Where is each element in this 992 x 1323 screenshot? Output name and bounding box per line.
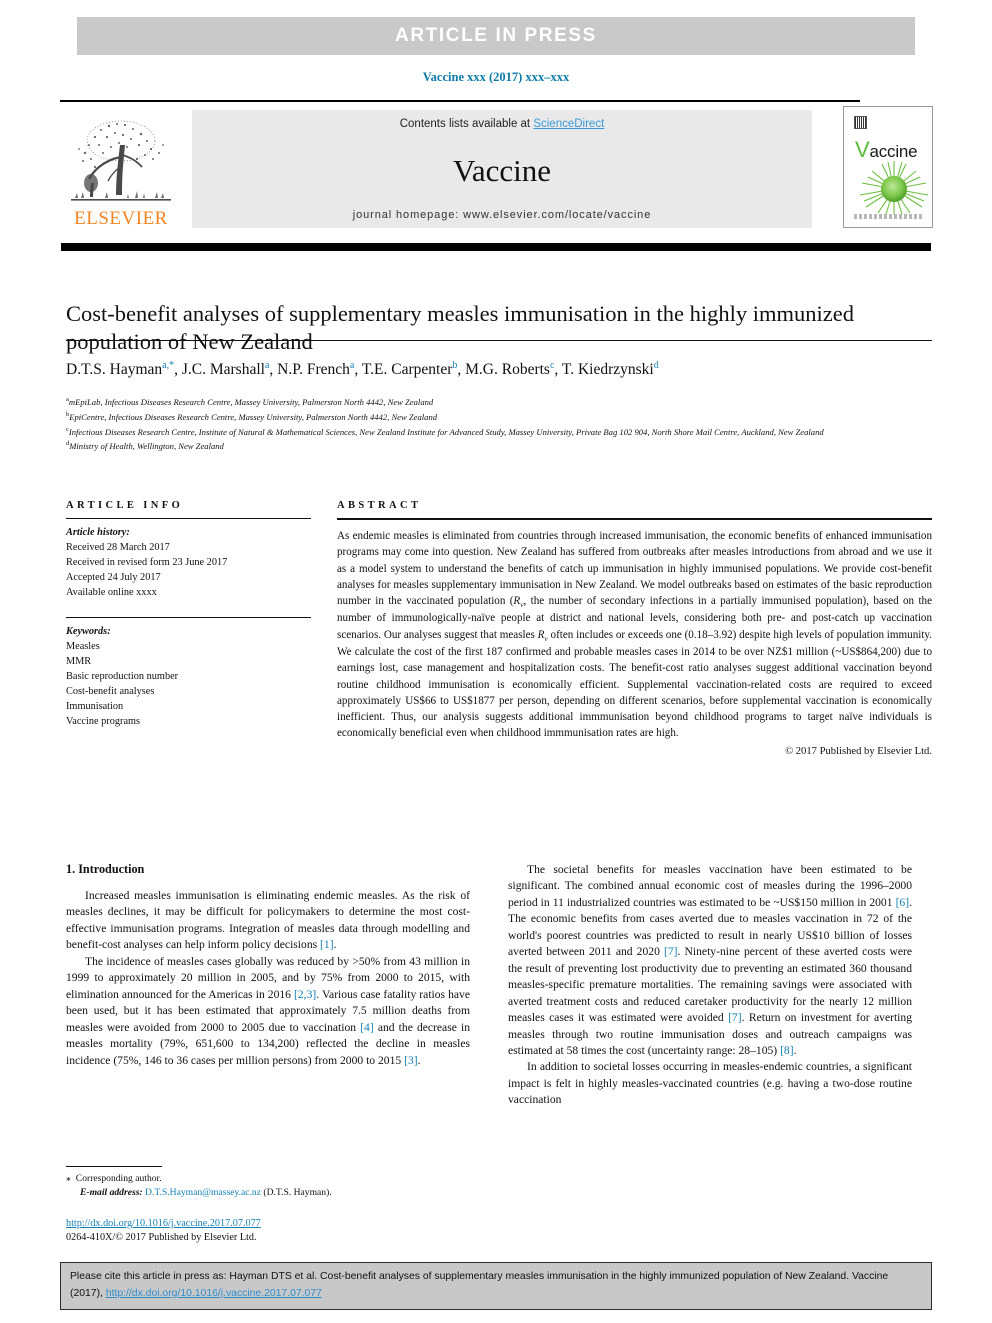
affiliation-text-d: Ministry of Health, Wellington, New Zeal… <box>69 441 224 452</box>
affiliation-text-c: Infectious Diseases Research Centre, Ins… <box>68 426 824 437</box>
contents-available-line: Contents lists available at ScienceDirec… <box>400 118 605 130</box>
abstract-column: ABSTRACT As endemic measles is eliminate… <box>337 500 932 757</box>
page-title: Cost-benefit analyses of supplementary m… <box>66 301 854 355</box>
corresponding-author-label: Corresponding author. <box>75 1173 162 1184</box>
email-owner: (D.T.S. Hayman). <box>263 1187 332 1199</box>
keyword-item: Basic reproduction number <box>66 671 179 683</box>
article-in-press-banner: ARTICLE IN PRESS <box>77 17 915 55</box>
barcode-icon <box>854 116 867 129</box>
elsevier-wordmark: ELSEVIER <box>74 208 168 229</box>
history-item-received: Received 28 March 2017 <box>66 542 170 554</box>
affiliation-text-a: mEpiLab, Infectious Diseases Research Ce… <box>68 396 434 407</box>
section-heading-introduction: 1. Introduction <box>66 862 145 876</box>
asterisk-icon: ⁎ <box>66 1173 71 1184</box>
article-history-block: Article history: Received 28 March 2017 … <box>66 525 311 600</box>
elsevier-tree-icon <box>71 120 171 201</box>
journal-cover-thumbnail[interactable]: Vaccine <box>843 106 933 228</box>
elsevier-logo: ELSEVIER <box>62 106 180 228</box>
author-list: D.T.S. Haymana,*, J.C. Marshalla, N.P. F… <box>66 360 659 379</box>
abstract-heading-text: ABSTRACT <box>337 500 422 511</box>
history-item-revised: Received in revised form 23 June 2017 <box>66 557 228 569</box>
footnote-rule <box>66 1166 162 1167</box>
citation-notice-box: Please cite this article in press as: Ha… <box>60 1262 932 1310</box>
paragraph: The societal benefits for measles vaccin… <box>508 863 912 1057</box>
paragraph: In addition to societal losses occurring… <box>508 1060 912 1107</box>
article-info-column: ARTICLE INFO Article history: Received 2… <box>66 500 311 729</box>
article-history-label: Article history: <box>66 527 130 538</box>
keywords-block: Keywords: Measles MMR Basic reproduction… <box>66 624 311 729</box>
article-info-rule <box>66 518 311 519</box>
abstract-heading: ABSTRACT <box>337 500 932 511</box>
doi-block: http://dx.doi.org/10.1016/j.vaccine.2017… <box>66 1217 486 1246</box>
running-head-text: Vaccine xxx (2017) xxx–xxx <box>422 70 570 84</box>
journal-homepage[interactable]: journal homepage: www.elsevier.com/locat… <box>353 209 651 221</box>
footnote-block: ⁎ Corresponding author. E-mail address: D… <box>66 1172 470 1201</box>
journal-masthead: Contents lists available at ScienceDirec… <box>192 110 812 228</box>
keyword-item: Cost-benefit analyses <box>66 686 155 698</box>
band-bottom-rule <box>66 340 932 341</box>
paragraph: The incidence of measles cases globally … <box>66 954 470 1067</box>
email-link[interactable]: D.T.S.Hayman@massey.ac.nz <box>145 1187 261 1198</box>
keywords-rule <box>66 617 311 619</box>
citation-doi-link[interactable]: http://dx.doi.org/10.1016/j.vaccine.2017… <box>106 1288 322 1299</box>
running-head: Vaccine xxx (2017) xxx–xxx <box>0 70 992 85</box>
cover-caption-lines <box>854 214 922 219</box>
history-item-accepted: Accepted 24 July 2017 <box>66 572 161 584</box>
cover-inner: Vaccine <box>848 111 929 223</box>
history-item-online: Available online xxxx <box>66 587 157 599</box>
issn-copyright-line: 0264-410X/© 2017 Published by Elsevier L… <box>66 1232 257 1244</box>
abstract-rule <box>337 518 932 520</box>
keyword-item: Immunisation <box>66 701 124 713</box>
abstract-text: As endemic measles is eliminated from co… <box>337 530 932 740</box>
keyword-item: MMR <box>66 656 92 668</box>
article-in-press-label: ARTICLE IN PRESS <box>395 25 597 46</box>
affiliation-text-b: EpiCentre, Infectious Diseases Research … <box>69 411 438 422</box>
keyword-item: Measles <box>66 641 100 653</box>
article-info-heading-text: ARTICLE INFO <box>66 500 184 511</box>
journal-title: Vaccine <box>452 153 552 188</box>
corresponding-author-line: ⁎ Corresponding author. <box>66 1172 470 1186</box>
doi-link[interactable]: http://dx.doi.org/10.1016/j.vaccine.2017… <box>66 1218 261 1229</box>
masthead-top-rule <box>60 100 860 102</box>
keyword-item: Vaccine programs <box>66 716 141 728</box>
citation-notice-text: Please cite this article in press as: Ha… <box>70 1269 922 1303</box>
contents-prefix: Contents lists available at <box>399 118 534 130</box>
virus-burst-illustration <box>859 161 929 215</box>
affiliation-a: amEpiLab, Infectious Diseases Research C… <box>66 395 926 410</box>
email-line: E-mail address: D.T.S.Hayman@massey.ac.n… <box>66 1186 470 1200</box>
affiliation-list: amEpiLab, Infectious Diseases Research C… <box>66 395 926 454</box>
masthead-bottom-bar <box>61 243 931 251</box>
body-column-right: The societal benefits for measles vaccin… <box>508 862 912 1109</box>
body-column-left: 1. Introduction Increased measles immuni… <box>66 862 470 1069</box>
keywords-label: Keywords: <box>66 626 111 638</box>
affiliation-c: cInfectious Diseases Research Centre, In… <box>66 425 926 440</box>
affiliation-b: bEpiCentre, Infectious Diseases Research… <box>66 410 926 425</box>
abstract-copyright: © 2017 Published by Elsevier Ltd. <box>785 745 932 757</box>
paragraph: Increased measles immunisation is elimin… <box>66 889 470 952</box>
affiliation-d: dMinistry of Health, Wellington, New Zea… <box>66 439 926 454</box>
article-info-heading: ARTICLE INFO <box>66 500 311 511</box>
sciencedirect-link[interactable]: ScienceDirect <box>533 118 604 130</box>
email-label: E-mail address: <box>80 1187 143 1199</box>
